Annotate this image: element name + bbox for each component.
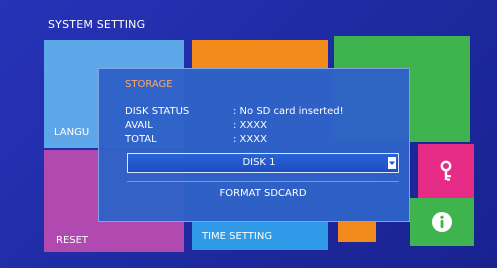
- key-tile[interactable]: [418, 144, 474, 198]
- disk-status-label: DISK STATUS: [125, 106, 190, 117]
- time-setting-tile-label: TIME SETTING: [202, 231, 273, 242]
- avail-value: : XXXX: [233, 120, 267, 131]
- language-tile-label: LANGU: [54, 127, 90, 138]
- total-value: : XXXX: [233, 134, 267, 145]
- time-setting-tile[interactable]: TIME SETTING: [192, 222, 328, 250]
- info-tile[interactable]: [410, 198, 474, 246]
- storage-dialog: STORAGE DISK STATUS : No SD card inserte…: [98, 68, 410, 222]
- dialog-title: STORAGE: [125, 79, 173, 90]
- total-label: TOTAL: [125, 134, 157, 145]
- reset-tile-label: RESET: [56, 235, 89, 246]
- disk-select[interactable]: DISK 1: [127, 153, 399, 173]
- key-icon: [440, 160, 452, 181]
- format-sdcard-button[interactable]: FORMAT SDCARD: [127, 181, 399, 211]
- system-setting-screen: SYSTEM SETTING LANGU RESET TIME SETTING: [0, 0, 497, 268]
- avail-label: AVAIL: [125, 120, 153, 131]
- orange-small-tile[interactable]: [338, 220, 376, 242]
- info-icon: [432, 212, 452, 232]
- orange-tile[interactable]: [192, 40, 328, 70]
- disk-select-value: DISK 1: [242, 157, 276, 168]
- page-title: SYSTEM SETTING: [48, 18, 146, 31]
- disk-status-value: : No SD card inserted!: [233, 106, 344, 117]
- chevron-down-icon[interactable]: [388, 157, 396, 169]
